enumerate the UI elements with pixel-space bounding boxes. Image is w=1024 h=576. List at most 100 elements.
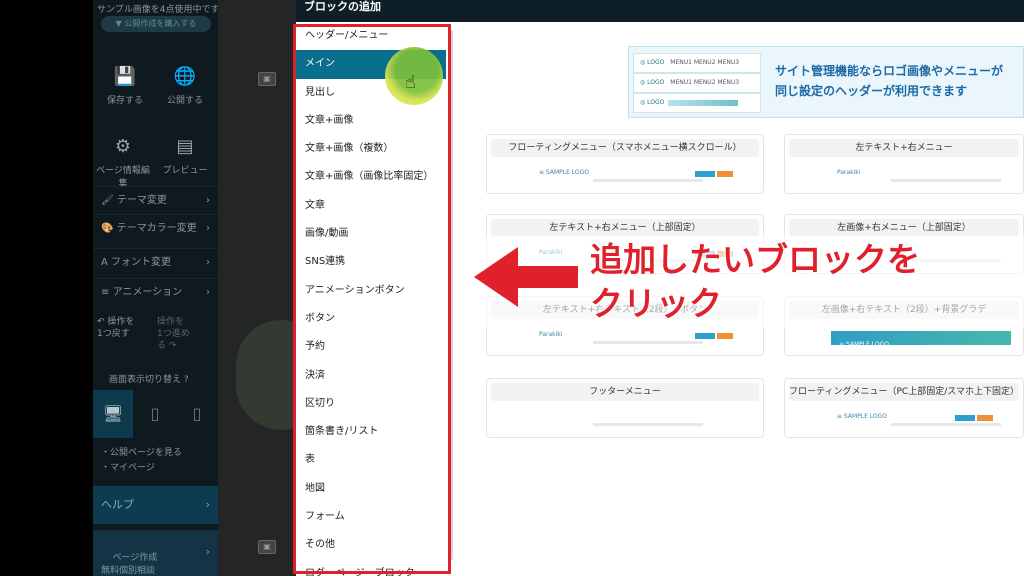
redo-label: 操作を 1つ進め る (157, 317, 190, 351)
help-circle-icon: ? (183, 375, 189, 385)
template-thumbnail: ≡ SAMPLE LOGO (791, 409, 1015, 431)
block-category-item[interactable]: ボタン (296, 305, 446, 333)
globe-icon: 🌐 (173, 66, 197, 87)
theme-color-label: テーマカラー変更 (116, 223, 197, 234)
block-category-item[interactable]: ヘッダー/メニュー (296, 22, 446, 50)
block-category-item[interactable]: アニメーションボタン (296, 277, 446, 305)
template-card[interactable]: 左テキスト+右メニュー Parakiki (784, 134, 1024, 194)
block-category-list: ヘッダー/メニュー メイン 見出し 文章+画像 文章+画像（複数） 文章+画像（画像比率固… (296, 22, 446, 576)
plant-image (236, 320, 296, 430)
my-page-link[interactable]: ・マイページ (101, 461, 182, 476)
block-category-item[interactable]: SNS連携 (296, 248, 446, 276)
template-title: フッターメニュー (491, 383, 759, 401)
header-sample-3: ◎ LOGO (633, 93, 761, 113)
template-thumbnail (493, 409, 755, 431)
template-title: 左画像+右メニュー（上部固定） (789, 219, 1019, 237)
animation-icon: ≡ (101, 287, 113, 298)
font-change-label: フォント変更 (111, 257, 172, 268)
block-category-item[interactable]: 文章+画像（画像比率固定） (296, 163, 446, 191)
undo-button[interactable]: ↶ 操作を 1つ戻す (97, 316, 134, 340)
block-category-item[interactable]: 画像/動画 (296, 220, 446, 248)
block-category-item[interactable]: 区切り (296, 390, 446, 418)
hand-pointer-icon: ☝ (405, 72, 416, 93)
header-sample-2: ◎ LOGO MENU1 MENU2 MENU3 (633, 73, 761, 93)
redo-button[interactable]: 操作を 1つ進め る ↷ (157, 316, 190, 352)
banner-text-line1: サイト管理機能ならロゴ画像やメニューが (775, 64, 1004, 78)
template-title: フローティングメニュー（スマホメニュー横スクロール） (491, 139, 759, 157)
template-thumbnail: ≡ SAMPLE LOGO (791, 327, 1015, 349)
block-category-item[interactable]: 予約 (296, 333, 446, 361)
block-category-item[interactable]: 地図 (296, 475, 446, 503)
template-logo: ≡ SAMPLE LOGO (539, 169, 590, 176)
help-label: ヘルプ (101, 498, 134, 511)
theme-color-item[interactable]: 🎨 テーマカラー変更 › (93, 214, 218, 241)
desktop-icon[interactable]: 🖥 (93, 390, 133, 438)
theme-change-label: テーマ変更 (116, 195, 167, 206)
block-category-item[interactable]: フォーム (296, 503, 446, 531)
page-info-button[interactable]: ⚙ ページ情報編集 (93, 136, 153, 189)
header-sample-1: ◎ LOGO MENU1 MENU2 MENU3 (633, 53, 761, 73)
document-icon: ▤ (176, 136, 194, 157)
left-black-band (0, 0, 93, 576)
gear-icon: ⚙ (114, 136, 132, 157)
chevron-right-icon: › (206, 257, 210, 268)
tablet-icon[interactable]: ▯ (135, 390, 175, 438)
block-category-item[interactable]: 決済 (296, 362, 446, 390)
chevron-right-icon: › (206, 195, 210, 206)
purchase-button[interactable]: ▼ 公開作成を購入する (101, 16, 211, 32)
block-category-item[interactable]: ログ・ページ・ブロック (296, 560, 446, 576)
annotation-line1: 追加したいブロックを (590, 240, 920, 279)
device-switcher: 🖥 ▯ ▯ (93, 390, 218, 438)
modal-title: ブロックの追加 (296, 0, 1024, 22)
preview-button[interactable]: ▤ プレビュー (155, 136, 215, 176)
save-button[interactable]: 💾 保存する (95, 66, 155, 106)
page-editor-preview: ▣ ▣ (218, 0, 296, 576)
sidebar-links: ・公開ページを見る ・マイページ (101, 446, 182, 476)
template-card[interactable]: フローティングメニュー（PC上部固定/スマホ上下固定） ≡ SAMPLE LOGO (784, 378, 1024, 438)
image-icon: ▣ (258, 540, 276, 554)
font-change-item[interactable]: A フォント変更 › (93, 248, 218, 275)
banner-text: サイト管理機能ならロゴ画像やメニューが 同じ設定のヘッダーが利用できます (775, 61, 1003, 101)
block-category-item[interactable]: 文章 (296, 192, 446, 220)
chevron-right-icon: › (206, 287, 210, 298)
chevron-right-icon: › (205, 498, 210, 511)
brush-icon: 🖌 (101, 195, 117, 206)
block-category-item[interactable]: 箇条書き/リスト (296, 418, 446, 446)
publish-label: 公開する (166, 96, 203, 106)
block-category-item[interactable]: 文章+画像（複数） (296, 135, 446, 163)
editor-sidebar: サンプル画像を4点使用中です ▼ 公開作成を購入する 💾 保存する 🌐 公開する… (93, 0, 220, 576)
template-card[interactable]: フッターメニュー (486, 378, 764, 438)
preview-label: プレビュー (162, 166, 208, 176)
sample-image-notice: サンプル画像を4点使用中です (97, 5, 220, 15)
chevron-right-icon: › (205, 545, 210, 558)
theme-change-item[interactable]: 🖌 テーマ変更 › (93, 186, 218, 213)
smartphone-icon[interactable]: ▯ (177, 390, 217, 438)
palette-icon: 🎨 (101, 223, 117, 234)
template-logo: Parakiki (837, 169, 861, 176)
list-scrollbar[interactable] (446, 22, 456, 576)
chevron-right-icon: › (206, 223, 210, 234)
scrollbar-thumb[interactable] (449, 30, 453, 560)
block-category-item[interactable]: 表 (296, 446, 446, 474)
template-title: 左テキスト+右メニュー（上部固定） (491, 219, 759, 237)
animation-item[interactable]: ≡ アニメーション › (93, 278, 218, 305)
undo-label: 操作を 1つ戻す (97, 317, 135, 339)
publish-button[interactable]: 🌐 公開する (155, 66, 215, 106)
template-logo: ≡ SAMPLE LOGO (837, 413, 888, 420)
template-card[interactable]: フローティングメニュー（スマホメニュー横スクロール） ≡ SAMPLE LOGO (486, 134, 764, 194)
template-title: フローティングメニュー（PC上部固定/スマホ上下固定） (789, 383, 1019, 401)
site-management-banner[interactable]: ◎ LOGO MENU1 MENU2 MENU3 ◎ LOGO MENU1 ME… (628, 46, 1024, 118)
banner-text-line2: 同じ設定のヘッダーが利用できます (775, 84, 968, 98)
view-public-page-link[interactable]: ・公開ページを見る (101, 446, 182, 461)
help-button[interactable]: ヘルプ › (93, 486, 218, 524)
consult-button[interactable]: ページ作成 無料個別相談 › (93, 530, 218, 576)
block-category-item[interactable]: 文章+画像 (296, 107, 446, 135)
floppy-disk-icon: 💾 (113, 66, 137, 87)
consult-label: ページ作成 無料個別相談 (101, 553, 158, 576)
template-logo: ≡ SAMPLE LOGO (839, 341, 890, 348)
image-icon: ▣ (258, 72, 276, 86)
save-label: 保存する (106, 96, 143, 106)
block-category-item[interactable]: その他 (296, 531, 446, 559)
template-thumbnail: Parakiki (493, 327, 755, 349)
annotation-text: 追加したいブロックを クリック (590, 238, 920, 326)
